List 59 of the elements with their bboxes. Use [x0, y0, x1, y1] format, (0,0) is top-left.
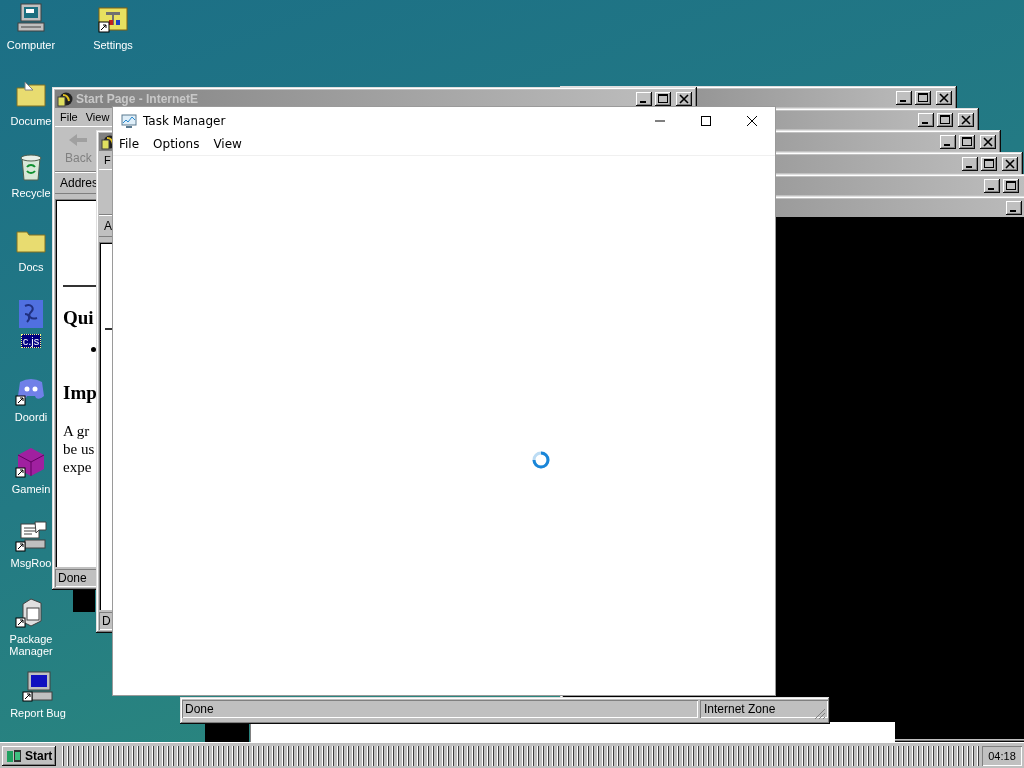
menu-item[interactable]: File: [60, 111, 78, 123]
icon-label[interactable]: Settings: [91, 38, 135, 52]
browser-icon: [57, 91, 73, 107]
address-label: Addres: [60, 176, 99, 190]
window-title: Start Page - InternetE: [76, 92, 199, 106]
close-button[interactable]: [958, 113, 974, 127]
back-arrow-icon: [68, 133, 89, 147]
icon-label[interactable]: Docume: [8, 114, 54, 128]
close-button[interactable]: [676, 92, 692, 106]
computer-icon[interactable]: [22, 670, 54, 702]
zone-text: Internet Zone: [700, 700, 828, 718]
maximize-button[interactable]: [959, 135, 975, 149]
minimize-button[interactable]: [918, 113, 934, 127]
minimize-button[interactable]: [636, 92, 652, 106]
computer-icon[interactable]: [15, 2, 47, 34]
icon-label[interactable]: Docs: [16, 260, 46, 274]
menu-item[interactable]: View: [213, 137, 242, 151]
maximize-button[interactable]: [655, 92, 671, 106]
maximize-icon: [700, 115, 712, 127]
maximize-button[interactable]: [937, 113, 953, 127]
minimize-button[interactable]: [984, 179, 1000, 193]
maximize-button[interactable]: [1003, 179, 1019, 193]
start-logo-icon: [6, 747, 22, 764]
icon-label[interactable]: c.js: [20, 334, 42, 348]
icon-label[interactable]: Package Manager: [0, 632, 63, 658]
heading: Imp: [63, 382, 98, 404]
window-pane: [73, 590, 95, 612]
icon-label[interactable]: Computer: [4, 38, 58, 52]
minimize-button[interactable]: [1006, 201, 1022, 215]
resize-grip-icon[interactable]: [814, 708, 826, 720]
message-board-icon[interactable]: [15, 520, 47, 552]
start-button[interactable]: Start: [2, 745, 57, 766]
cube-icon[interactable]: [15, 446, 47, 478]
minimize-button[interactable]: [940, 135, 956, 149]
clock: 04:18: [982, 745, 1022, 766]
menu-item[interactable]: Options: [153, 137, 200, 151]
address-label: A: [104, 219, 112, 233]
bullet-icon: [91, 347, 96, 352]
close-button[interactable]: [980, 135, 996, 149]
window-title: Task Manager: [143, 114, 227, 128]
menu-item[interactable]: File: [119, 137, 140, 151]
menu-item[interactable]: F: [104, 154, 111, 166]
status-text: Done: [182, 700, 698, 718]
maximize-button[interactable]: [981, 157, 997, 171]
minimize-button[interactable]: [962, 157, 978, 171]
icon-label[interactable]: Gamein: [9, 482, 53, 496]
maximize-button[interactable]: [915, 91, 931, 105]
menu-item[interactable]: View: [85, 111, 110, 123]
icon-label[interactable]: Doordi: [12, 410, 50, 424]
close-icon: [746, 115, 758, 127]
icon-label[interactable]: MsgRoo: [8, 556, 54, 570]
icon-label[interactable]: Recycle: [9, 186, 53, 200]
close-button[interactable]: [936, 91, 952, 105]
paragraph: A gr be us expe: [63, 422, 95, 476]
icon-label[interactable]: Report Bug: [8, 706, 68, 720]
heading: Qui: [63, 307, 95, 329]
minimize-button[interactable]: [896, 91, 912, 105]
task-manager-icon: [121, 113, 137, 129]
close-button[interactable]: [1002, 157, 1018, 171]
